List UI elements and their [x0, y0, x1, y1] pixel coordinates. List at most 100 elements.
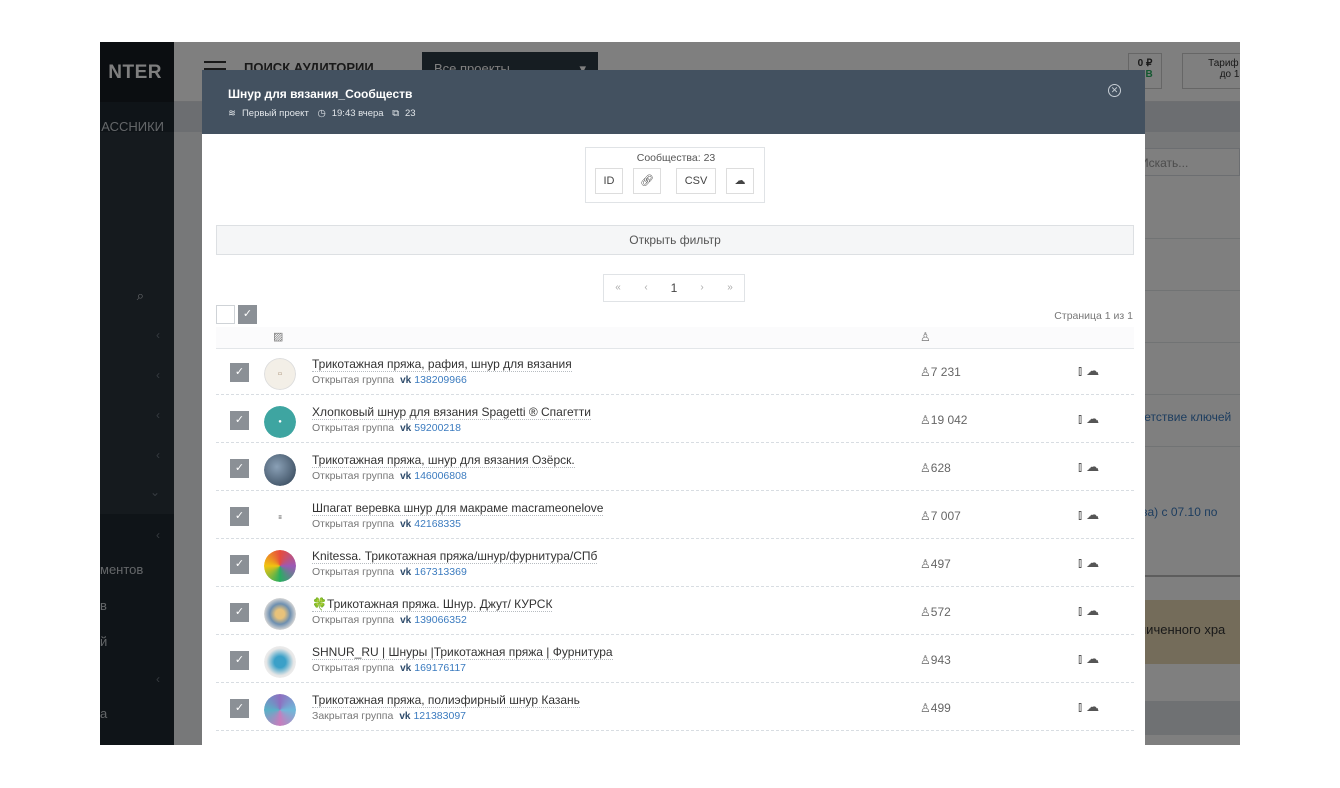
group-avatar[interactable]: ▭ — [264, 358, 296, 390]
table-row: ✓ Трикотажная пряжа, шнур для вязания Озё… — [216, 445, 1134, 491]
table-header: ▨ ♙ — [216, 327, 1134, 349]
app-window: NTER АССНИКИ ⌕ ‹ ‹ ‹ ‹ ⌄ ‹ ментов в й ‹ … — [100, 42, 1240, 745]
page-first-button[interactable]: « — [604, 275, 632, 301]
select-none-checkbox[interactable] — [216, 305, 235, 324]
group-avatar[interactable]: ≡ — [264, 502, 296, 534]
modal-time: 19:43 вчера — [331, 108, 384, 119]
cloud-upload-icon[interactable]: ☁ — [1086, 363, 1103, 378]
members-value: 628 — [930, 461, 951, 475]
cloud-upload-icon[interactable]: ☁ — [1086, 603, 1103, 618]
table-row: ✓ SHNUR_RU | Шнуры |Трикотажная пряжа | Ф… — [216, 637, 1134, 683]
row-checkbox[interactable]: ✓ — [230, 363, 249, 382]
cloud-upload-icon[interactable]: ☁ — [1086, 555, 1103, 570]
modal-meta: ≋ Первый проект ◷ 19:43 вчера ⧉ 23 — [228, 108, 422, 119]
members-count: ♙628 — [920, 461, 951, 475]
group-type: Открытая группа — [312, 614, 395, 626]
group-meta: Открытая группа vk 42168335 — [312, 518, 461, 530]
group-avatar[interactable] — [264, 598, 296, 630]
vk-icon: vk — [400, 615, 412, 626]
cloud-upload-icon[interactable]: ☁ — [1086, 459, 1103, 474]
group-avatar[interactable] — [264, 550, 296, 582]
user-icon: ♙ — [920, 605, 931, 619]
export-csv-button[interactable]: CSV — [676, 168, 716, 194]
group-avatar[interactable] — [264, 646, 296, 678]
pagination: « ‹ 1 › » — [603, 274, 745, 302]
row-checkbox[interactable]: ✓ — [230, 507, 249, 526]
community-modal: Шнур для вязания_Сообществ ≋ Первый проек… — [202, 70, 1145, 745]
row-checkbox[interactable]: ✓ — [230, 699, 249, 718]
group-type: Закрытая группа — [312, 710, 394, 722]
stats-icon[interactable]: ⫾ — [1078, 699, 1086, 714]
row-checkbox[interactable]: ✓ — [230, 555, 249, 574]
stats-icon[interactable]: ⫾ — [1078, 507, 1086, 522]
page-last-button[interactable]: » — [716, 275, 744, 301]
group-meta: Закрытая группа vk 121383097 — [312, 710, 466, 722]
modal-header: Шнур для вязания_Сообществ ≋ Первый проек… — [202, 70, 1145, 134]
group-meta: Открытая группа vk 169176117 — [312, 662, 466, 674]
table-row: ✓ 🍀Трикотажная пряжа. Шнур. Джут/ КУРСК От… — [216, 589, 1134, 635]
group-id-link[interactable]: 146006808 — [414, 470, 467, 482]
link-icon[interactable]: 🔗︎ — [633, 168, 661, 194]
user-icon: ♙ — [920, 557, 931, 571]
group-name[interactable]: 🍀Трикотажная пряжа. Шнур. Джут/ КУРСК — [312, 597, 553, 612]
group-avatar[interactable] — [264, 454, 296, 486]
group-meta: Открытая группа vk 59200218 — [312, 422, 461, 434]
members-value: 7 007 — [930, 509, 961, 523]
cloud-upload-icon[interactable]: ☁ — [1086, 651, 1103, 666]
row-actions: ⫾☁ — [1078, 555, 1103, 571]
group-avatar[interactable] — [264, 694, 296, 726]
stats-icon[interactable]: ⫾ — [1078, 651, 1086, 666]
cloud-upload-icon[interactable]: ☁ — [1086, 507, 1103, 522]
user-icon: ♙ — [920, 701, 931, 715]
page-prev-button[interactable]: ‹ — [632, 275, 660, 301]
row-actions: ⫾☁ — [1078, 411, 1103, 427]
page-next-button[interactable]: › — [688, 275, 716, 301]
cloud-upload-icon[interactable]: ☁ — [1086, 411, 1103, 426]
cloud-upload-icon[interactable]: ☁ — [726, 168, 754, 194]
open-filter-button[interactable]: Открыть фильтр — [216, 225, 1134, 255]
vk-icon: vk — [400, 663, 412, 674]
row-checkbox[interactable]: ✓ — [230, 651, 249, 670]
group-name[interactable]: Трикотажная пряжа, шнур для вязания Озёр… — [312, 453, 575, 468]
user-icon: ♙ — [920, 653, 931, 667]
group-meta: Открытая группа vk 139066352 — [312, 614, 467, 626]
group-type: Открытая группа — [312, 662, 395, 674]
group-name[interactable]: Шпагат веревка шнур для макраме macrameo… — [312, 501, 604, 516]
stats-icon[interactable]: ⫾ — [1078, 555, 1086, 570]
close-icon[interactable]: ✕ — [1108, 84, 1121, 97]
group-name[interactable]: Трикотажная пряжа, полиэфирный шнур Каза… — [312, 693, 580, 708]
group-meta: Открытая группа vk 138209966 — [312, 374, 467, 386]
vk-icon: vk — [400, 423, 412, 434]
table-row: ✓ Трикотажная пряжа, полиэфирный шнур Каз… — [216, 685, 1134, 731]
group-id-link[interactable]: 167313369 — [414, 566, 467, 578]
row-actions: ⫾☁ — [1078, 459, 1103, 475]
group-id-link[interactable]: 169176117 — [414, 662, 466, 674]
stats-icon[interactable]: ⫾ — [1078, 603, 1086, 618]
group-id-link[interactable]: 59200218 — [414, 422, 461, 434]
select-all-checkbox[interactable]: ✓ — [238, 305, 257, 324]
group-name[interactable]: Трикотажная пряжа, рафия, шнур для вязан… — [312, 357, 572, 372]
group-name[interactable]: SHNUR_RU | Шнуры |Трикотажная пряжа | Фу… — [312, 645, 613, 660]
members-count: ♙943 — [920, 653, 951, 667]
export-id-button[interactable]: ID — [595, 168, 623, 194]
members-value: 499 — [930, 701, 951, 715]
row-checkbox[interactable]: ✓ — [230, 603, 249, 622]
group-name[interactable]: Knitessa. Трикотажная пряжа/шнур/фурниту… — [312, 549, 598, 564]
row-checkbox[interactable]: ✓ — [230, 411, 249, 430]
cloud-upload-icon[interactable]: ☁ — [1086, 699, 1103, 714]
stats-icon[interactable]: ⫾ — [1078, 411, 1086, 426]
layers-icon: ≋ — [228, 108, 236, 119]
row-actions: ⫾☁ — [1078, 699, 1103, 715]
group-avatar[interactable]: ● — [264, 406, 296, 438]
group-id-link[interactable]: 121383097 — [413, 710, 466, 722]
vk-icon: vk — [400, 471, 412, 482]
group-id-link[interactable]: 138209966 — [414, 374, 467, 386]
stats-icon[interactable]: ⫾ — [1078, 363, 1086, 378]
row-checkbox[interactable]: ✓ — [230, 459, 249, 478]
vk-icon: vk — [400, 567, 412, 578]
page-current[interactable]: 1 — [660, 275, 688, 301]
group-id-link[interactable]: 139066352 — [414, 614, 467, 626]
group-id-link[interactable]: 42168335 — [414, 518, 461, 530]
group-name[interactable]: Хлопковый шнур для вязания Spagetti ® Сп… — [312, 405, 591, 420]
stats-icon[interactable]: ⫾ — [1078, 459, 1086, 474]
